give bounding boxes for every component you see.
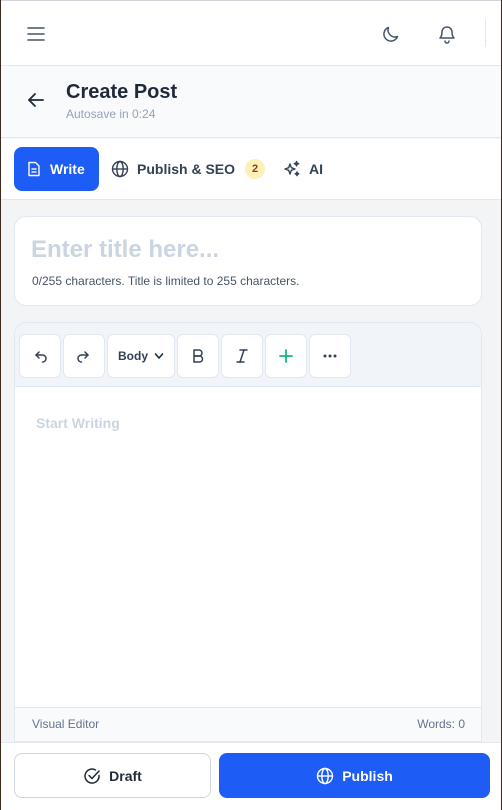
menu-icon[interactable] — [20, 18, 52, 50]
page-header: Create Post Autosave in 0:24 — [1, 66, 501, 138]
tab-ai-label: AI — [309, 161, 323, 177]
globe-icon — [316, 767, 334, 785]
back-arrow-icon[interactable] — [20, 84, 52, 116]
divider — [485, 19, 486, 47]
undo-button[interactable] — [19, 334, 61, 378]
moon-icon[interactable] — [375, 18, 407, 50]
insert-button[interactable] — [265, 334, 307, 378]
editor-placeholder: Start Writing — [36, 415, 120, 431]
plus-icon — [278, 348, 294, 364]
bell-icon[interactable] — [431, 18, 463, 50]
more-horizontal-icon — [322, 348, 338, 364]
title-input[interactable] — [31, 233, 461, 267]
document-icon — [26, 161, 42, 177]
app-frame: Create Post Autosave in 0:24 Write Publi… — [0, 0, 502, 810]
publish-button[interactable]: Publish — [219, 753, 490, 798]
italic-button[interactable] — [221, 334, 263, 378]
count-badge: 2 — [245, 159, 266, 179]
tab-publish-seo-label: Publish & SEO — [137, 161, 236, 177]
title-card: 0/255 characters. Title is limited to 25… — [14, 216, 482, 306]
editor-content-area[interactable]: Start Writing — [15, 387, 481, 707]
editor-mode-label: Visual Editor — [32, 717, 100, 731]
more-options-button[interactable] — [309, 334, 351, 378]
autosave-status: Autosave in 0:24 — [66, 107, 156, 121]
tab-write-label: Write — [50, 161, 85, 177]
format-select-value: Body — [118, 349, 148, 363]
top-bar — [1, 0, 501, 66]
globe-icon — [111, 160, 129, 178]
publish-label: Publish — [342, 767, 393, 784]
word-count: Words: 0 — [417, 717, 465, 731]
page-title: Create Post — [66, 81, 178, 103]
chevron-down-icon — [154, 351, 164, 361]
tab-write[interactable]: Write — [14, 147, 99, 191]
editor-status-bar: Visual Editor Words: 0 — [15, 707, 481, 741]
tab-ai[interactable]: AI — [271, 147, 335, 191]
bold-icon — [190, 348, 206, 364]
redo-icon — [76, 348, 92, 364]
italic-icon — [234, 348, 250, 364]
tab-bar: Write Publish & SEO 2 AI — [1, 139, 501, 200]
undo-icon — [32, 348, 48, 364]
editor: Body Start Writing Visual Editor Words: … — [14, 322, 482, 742]
action-bar: Draft Publish — [1, 742, 501, 810]
title-hint: 0/255 characters. Title is limited to 25… — [32, 274, 300, 288]
draft-button[interactable]: Draft — [14, 753, 211, 798]
check-circle-icon — [83, 767, 101, 785]
format-select[interactable]: Body — [107, 334, 175, 378]
tab-publish-seo[interactable]: Publish & SEO 2 — [99, 147, 277, 191]
redo-button[interactable] — [63, 334, 105, 378]
bold-button[interactable] — [177, 334, 219, 378]
editor-toolbar: Body — [15, 323, 481, 387]
sparkles-icon — [283, 160, 301, 178]
draft-label: Draft — [109, 767, 142, 784]
